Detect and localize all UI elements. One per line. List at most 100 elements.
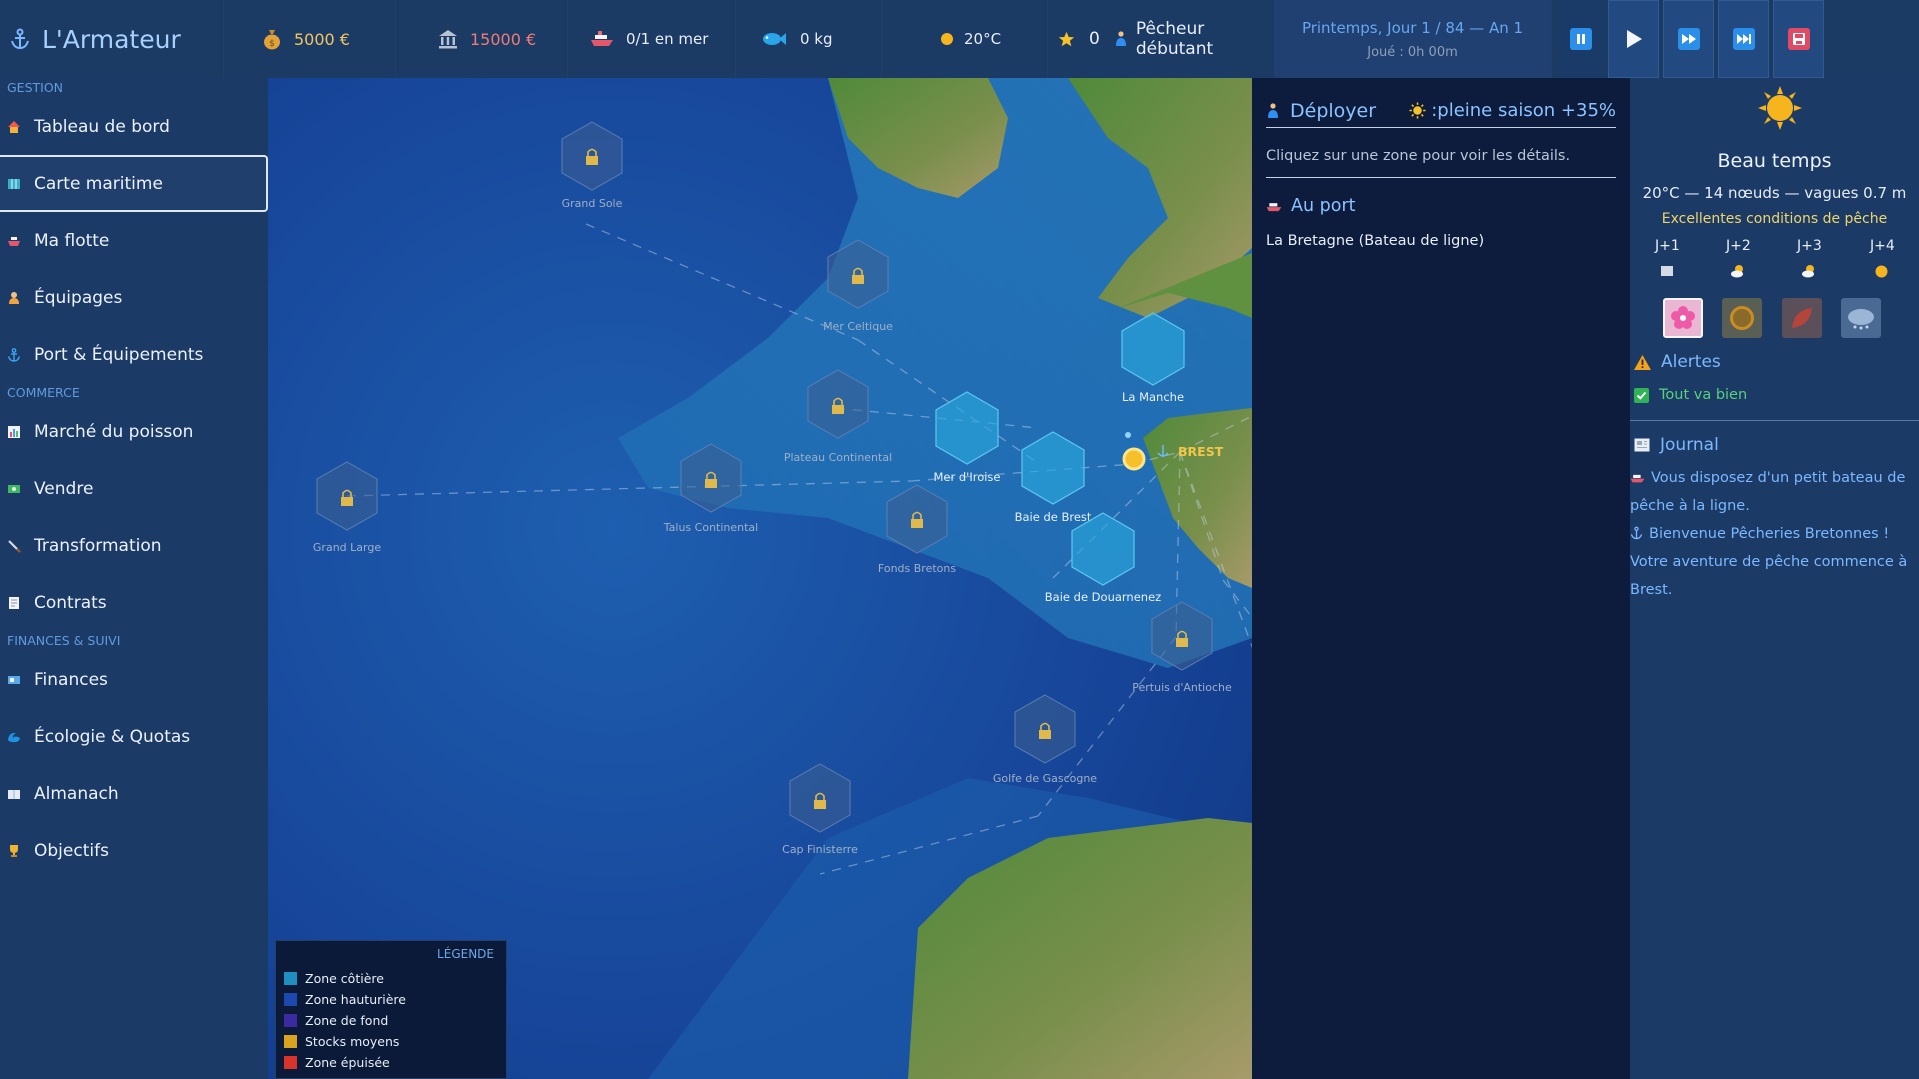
bank-stat: 15000 € [396,0,568,78]
legend-item: Stocks moyens [284,1034,399,1049]
pause-icon [1570,28,1592,50]
sidebar-item-vendre[interactable]: Vendre [0,460,268,517]
sidebar-item-objectifs[interactable]: Objectifs [0,822,268,879]
skip-forward-button[interactable] [1718,0,1769,78]
sun-cloud-icon [1731,265,1743,278]
sun-icon [1409,102,1426,119]
journal-entry: Vous disposez d'un petit bateau de pêche… [1630,470,1906,514]
season-summer[interactable] [1722,298,1762,338]
sidebar-item-finances[interactable]: Finances [0,651,268,708]
port-brest[interactable]: BREST [1122,432,1224,471]
weather-panel: Beau temps 20°C — 14 nœuds — vagues 0.7 … [1630,78,1919,1079]
sidebar-item-label: Marché du poisson [34,421,194,442]
legend-item: Zone côtière [284,971,384,986]
wave-icon [8,732,20,742]
detail-header: Déployer :pleine saison +35% [1266,94,1616,128]
weather-title: Beau temps [1717,150,1832,172]
sidebar-item-label: Port & Équipements [34,344,204,365]
fast-forward-button[interactable] [1663,0,1714,78]
alerts-heading: Alertes [1634,352,1721,372]
sidebar-item-equipages[interactable]: Équipages [0,269,268,326]
catch-value: 0 kg [800,30,833,48]
forecast-day-2: J+2 [1726,238,1751,254]
zone-mer-iroise[interactable]: Mer d'Iroise [933,391,1001,484]
sidebar-item-label: Objectifs [34,840,109,861]
winter-icon [1848,309,1874,330]
zone-label: Cap Finisterre [782,843,858,856]
zone-la-manche[interactable]: La Manche [1121,312,1185,404]
zone-mer-celtique[interactable]: Mer Celtique [823,239,893,333]
zone-label: La Manche [1122,390,1184,404]
sidebar-item-label: Équipages [34,287,123,308]
brand[interactable]: L'Armateur [0,0,224,78]
sidebar-item-carte-maritime[interactable]: Carte maritime [0,155,268,212]
section-finances: FINANCES & SUIVI [7,633,121,648]
zone-fonds-bretons[interactable]: Fonds Bretons [878,484,956,575]
zone-talus-continental[interactable]: Talus Continental [663,443,758,534]
season-spring[interactable] [1663,298,1703,338]
newspaper-icon [1634,438,1650,452]
zone-baie-de-brest[interactable]: Baie de Brest [1015,431,1092,524]
check-icon [1634,387,1649,403]
play-button[interactable] [1608,0,1659,78]
sidebar-item-tableau-de-bord[interactable]: Tableau de bord [0,98,268,155]
zone-grand-sole[interactable]: Grand Sole [561,121,623,210]
season-autumn[interactable] [1782,298,1822,338]
sidebar-item-label: Transformation [34,535,162,556]
zone-grand-large[interactable]: Grand Large [313,461,381,554]
zone-golfe-de-gascogne[interactable]: Golfe de Gascogne [993,694,1097,785]
forecast-day-3: J+3 [1797,238,1822,254]
section-gestion: GESTION [7,80,64,95]
legend-item: Zone de fond [284,1013,388,1028]
game-date: Printemps, Jour 1 / 84 — An 1 [1301,18,1524,37]
play-icon [1626,30,1642,48]
boats-value: 0/1 en mer [626,30,709,48]
sidebar-item-almanach[interactable]: Almanach [0,765,268,822]
ship-icon [591,31,613,46]
pause-button[interactable] [1558,0,1604,78]
ship-in-port[interactable]: La Bretagne (Bateau de ligne) [1266,233,1484,249]
star-icon [1058,31,1075,46]
fisherman-icon [1268,102,1278,118]
legend-item: Zone épuisée [284,1055,390,1070]
sidebar-item-label: Ma flotte [34,230,110,251]
sidebar-item-label: Carte maritime [34,173,163,194]
fishing-conditions: Excellentes conditions de pêche [1661,211,1888,227]
catch-stat: 0 kg [736,0,882,78]
season-label: :pleine saison +35% [1431,100,1616,121]
zone-baie-de-douarnenez[interactable]: Baie de Douarnenez [1045,512,1161,604]
sidebar-item-label: Contrats [34,592,107,613]
sea-map[interactable]: Grand Sole Mer Celtique Plateau Continen… [268,78,1252,1079]
deploy-button[interactable]: Déployer [1266,100,1376,122]
fisherman-icon [1115,31,1126,46]
sidebar-item-label: Tableau de bord [34,116,170,137]
sidebar-item-port-equipements[interactable]: Port & Équipements [0,326,268,383]
sidebar-item-marche-du-poisson[interactable]: Marché du poisson [0,403,268,460]
rank-label: Pêcheur débutant [1135,19,1214,59]
played-time: Joué : 0h 00m [1367,44,1458,60]
anchor-icon [7,347,21,362]
port-label: BREST [1178,444,1224,459]
reputation-stat: 0 Pêcheur débutant [1048,0,1274,78]
warning-icon [1634,354,1651,370]
season-winter[interactable] [1841,298,1881,338]
money-value: 5000 € [294,29,350,49]
zone-plateau-continental[interactable]: Plateau Continental [784,369,892,464]
sun-icon [941,33,953,45]
journal-entry: Bienvenue Pêcheries Bretonnes ! Votre av… [1630,526,1908,598]
zone-pertuis-antioche[interactable]: Pertuis d'Antioche [1132,601,1232,694]
ship-icon [1630,474,1645,483]
map-legend: LÉGENDE Zone côtière Zone hauturière Zon… [275,940,507,1079]
sidebar-item-contrats[interactable]: Contrats [0,574,268,631]
sidebar-item-label: Almanach [34,783,119,804]
boats-stat: 0/1 en mer [568,0,736,78]
sidebar-item-transformation[interactable]: Transformation [0,517,268,574]
save-button[interactable] [1773,0,1824,78]
weather-summary: 20°C — 14 nœuds — vagues 0.7 m [1642,184,1907,202]
in-port-heading: Au port [1266,196,1356,216]
anchor-icon [1630,526,1643,540]
zone-cap-finisterre[interactable]: Cap Finisterre [782,763,858,856]
divider [1630,420,1919,421]
sidebar-item-ecologie-quotas[interactable]: Écologie & Quotas [0,708,268,765]
sidebar-item-ma-flotte[interactable]: Ma flotte [0,212,268,269]
